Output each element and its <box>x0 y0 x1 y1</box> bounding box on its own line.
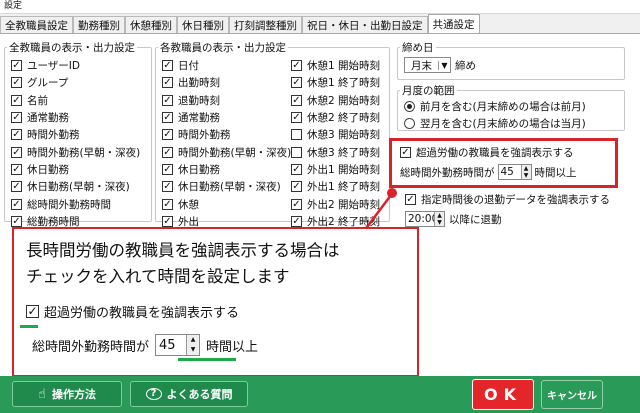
howto-label: 操作方法 <box>51 388 96 401</box>
callout-underline <box>178 358 236 361</box>
callout-checkbox: ✓ 超過労働の教職員を強調表示する <box>26 302 239 321</box>
callout-underline <box>20 325 38 328</box>
cancel-button[interactable]: キャンセル <box>541 380 603 409</box>
callout-hours-label: 総時間外勤務時間が <box>32 339 150 355</box>
speech-bubble-icon: ? <box>145 388 162 400</box>
spin-icon: ▲ ▼ <box>186 335 200 355</box>
callout-line2: チェックを入れて時間を設定します <box>26 267 290 286</box>
callout-hours-value: 45 <box>159 337 176 353</box>
ok-button[interactable]: OK <box>472 379 534 410</box>
faq-label: よくある質問 <box>166 388 233 401</box>
howto-button[interactable]: ☝ 操作方法 <box>12 381 122 407</box>
callout-hours-row: 総時間外勤務時間が 45 ▲ ▼ 時間以上 <box>32 334 258 356</box>
callout-hours-suffix: 時間以上 <box>206 339 259 355</box>
check-icon: ✓ <box>26 304 39 318</box>
footer-bar: ☝ 操作方法 ? よくある質問 OK キャンセル <box>0 376 640 413</box>
faq-button[interactable]: ? よくある質問 <box>130 381 248 407</box>
callout-hours-stepper: 45 ▲ ▼ <box>155 334 201 356</box>
callout-box: 長時間労働の教職員を強調表示する場合は チェックを入れて時間を設定します ✓ 超… <box>12 227 419 377</box>
hand-icon: ☝ <box>38 386 46 402</box>
callout-checkbox-label: 超過労働の教職員を強調表示する <box>44 306 240 321</box>
callout-line1: 長時間労働の教職員を強調表示する場合は <box>26 241 340 260</box>
